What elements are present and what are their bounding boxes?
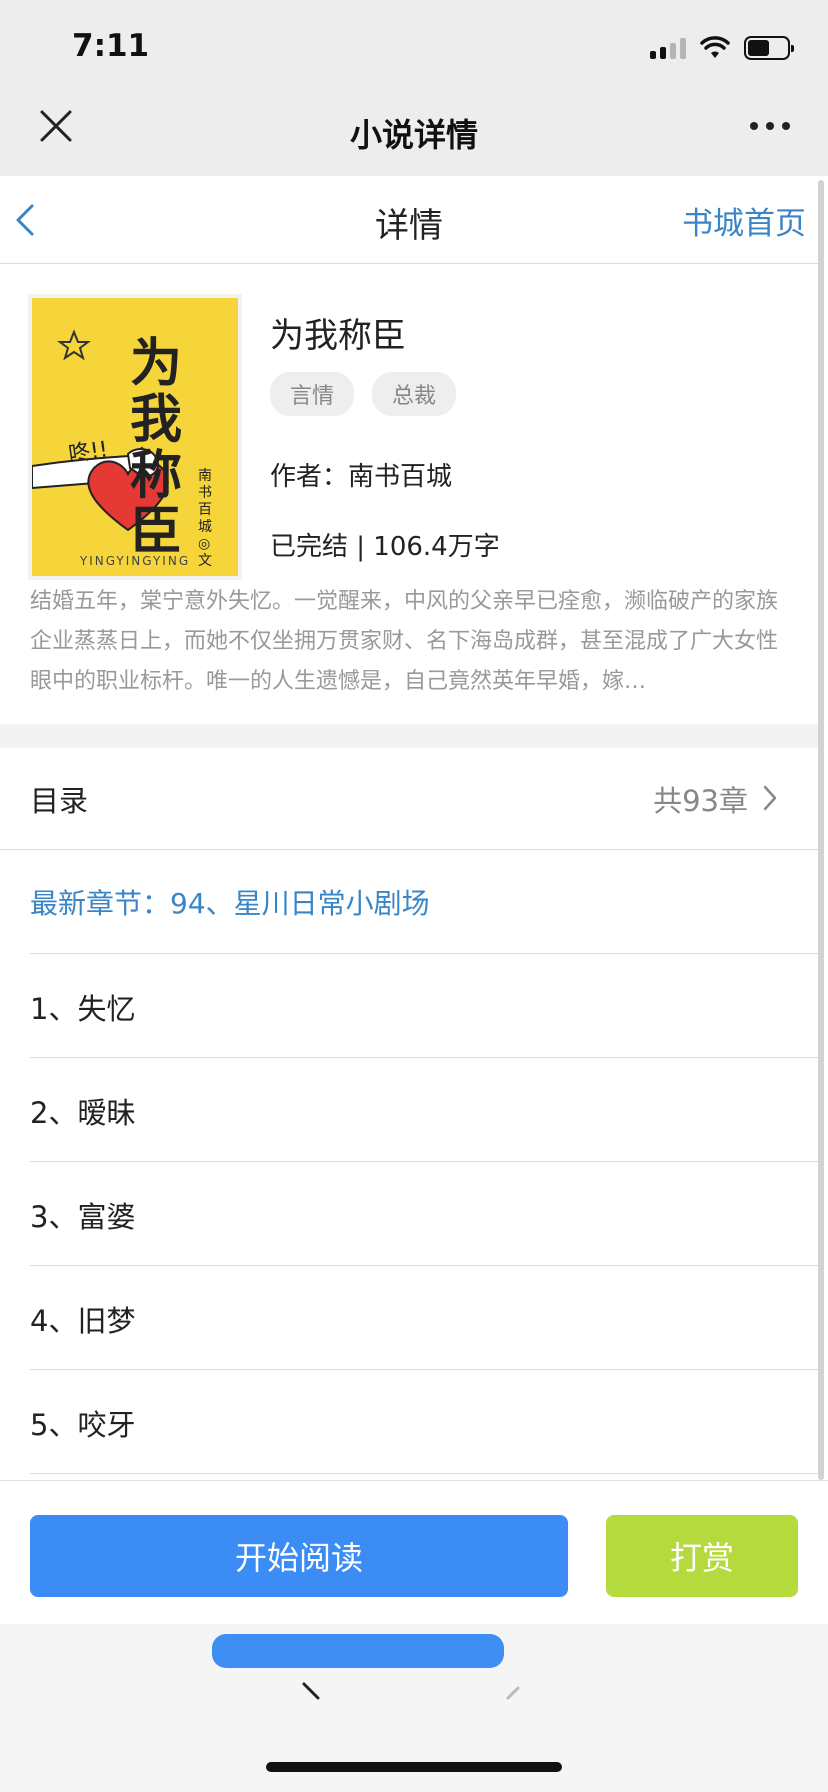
start-reading-button[interactable]: 开始阅读 <box>30 1515 568 1597</box>
chapter-title: 2、暧昧 <box>30 1096 136 1130</box>
cover-footer: YINGYINGYING <box>79 554 191 568</box>
chapter-title: 1、失忆 <box>30 992 136 1026</box>
section-divider <box>0 724 818 748</box>
chapter-count: 共93章 <box>653 784 748 818</box>
wechat-header: 小说详情 <box>0 92 828 176</box>
tag[interactable]: 言情 <box>270 372 355 416</box>
chapter-item[interactable]: 3、富婆 <box>30 1162 818 1266</box>
chapter-item[interactable]: 2、暧昧 <box>30 1058 818 1162</box>
redaction-mark <box>212 1634 504 1668</box>
book-status: 已完结 | 106.4万字 <box>270 532 500 562</box>
catalog-header[interactable]: 目录 共93章 <box>0 748 818 850</box>
book-synopsis[interactable]: 结婚五年，棠宁意外失忆。一觉醒来，中风的父亲早已痊愈，濒临破产的家族企业蒸蒸日上… <box>30 582 798 702</box>
wechat-title: 小说详情 <box>349 116 478 154</box>
chapter-item[interactable]: 4、旧梦 <box>30 1266 818 1370</box>
chapter-item[interactable]: 1、失忆 <box>30 954 818 1058</box>
wifi-icon <box>700 36 730 58</box>
status-time: 7:11 <box>72 28 150 64</box>
status-bar: 7:11 <box>0 0 828 92</box>
chapter-title: 3、富婆 <box>30 1200 136 1234</box>
latest-chapter-label: 最新章节：94、星川日常小剧场 <box>30 887 430 920</box>
latest-chapter[interactable]: 最新章节：94、星川日常小剧场 <box>30 850 818 954</box>
book-cover[interactable]: 为我称臣 咚!! 南书百城◎文 YINGYINGYING <box>28 294 242 580</box>
chapter-list: 1、失忆 2、暧昧 3、富婆 4、旧梦 5、咬牙 <box>30 954 818 1474</box>
top-chrome: 7:11 小说详情 <box>0 0 828 176</box>
catalog-label: 目录 <box>30 784 89 818</box>
tag-list: 言情 总裁 <box>270 372 457 416</box>
chapter-title: 5、咬牙 <box>30 1408 136 1442</box>
cover-title: 为我称臣 <box>130 333 183 562</box>
tag[interactable]: 总裁 <box>372 372 457 416</box>
home-indicator[interactable] <box>266 1762 562 1772</box>
page-nav: 详情 书城首页 <box>0 176 818 264</box>
bookstore-home-link[interactable]: 书城首页 <box>682 198 806 243</box>
book-info: 为我称臣 咚!! 南书百城◎文 YINGYINGYING 为我称臣 言情 总裁 … <box>0 264 818 724</box>
chapter-title: 4、旧梦 <box>30 1304 136 1338</box>
reward-button[interactable]: 打赏 <box>606 1515 798 1597</box>
book-title: 为我称臣 <box>270 316 406 356</box>
book-author: 作者：南书百城 <box>270 462 453 492</box>
more-icon[interactable] <box>748 116 792 136</box>
forward-arrow-icon[interactable] <box>500 1680 524 1704</box>
browser-bottom-bar <box>0 1624 828 1792</box>
back-arrow-icon[interactable] <box>300 1680 324 1704</box>
cover-shout: 咚!! <box>66 437 110 468</box>
chevron-right-icon <box>763 785 777 811</box>
battery-icon <box>744 36 794 60</box>
status-icons <box>650 36 794 60</box>
action-bar: 开始阅读 打赏 <box>0 1480 828 1624</box>
signal-icon <box>650 37 686 59</box>
chapter-item[interactable]: 5、咬牙 <box>30 1370 818 1474</box>
scrollbar[interactable] <box>818 180 824 1480</box>
